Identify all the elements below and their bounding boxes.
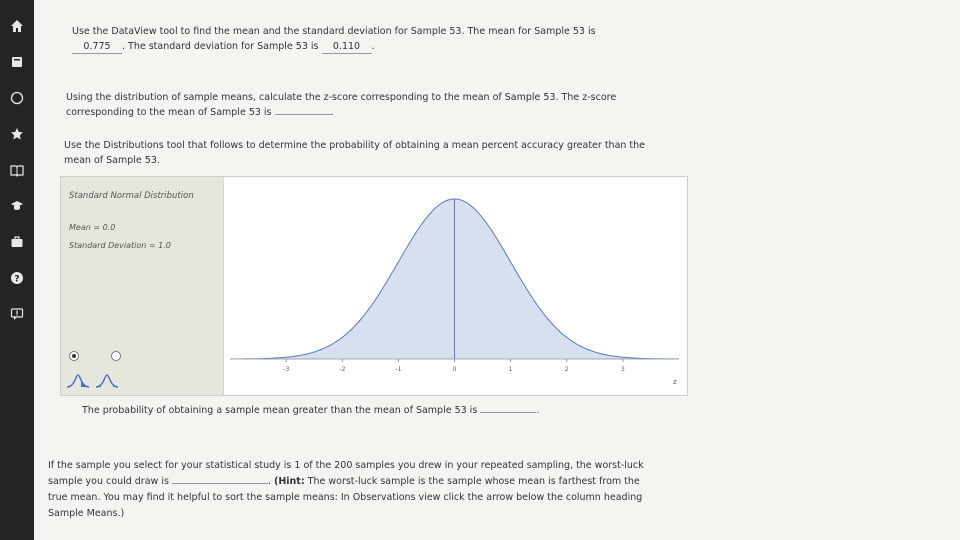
tail-radio-one[interactable] — [69, 351, 79, 361]
mean-label: Mean = 0.0 — [69, 223, 116, 232]
sidebar: ? — [0, 0, 34, 540]
q4-text-2: . — [536, 405, 540, 416]
q1-text-3: . — [371, 41, 375, 52]
x-tick-label: 2 — [565, 365, 569, 373]
briefcase-icon[interactable] — [8, 233, 26, 251]
sd-label: Standard Deviation = 1.0 — [69, 241, 171, 250]
q4-text-1: The probability of obtaining a sample me… — [82, 405, 478, 416]
two-tail-icon[interactable] — [95, 373, 119, 388]
graduation-cap-icon[interactable] — [8, 197, 26, 215]
x-tick-label: 0 — [452, 365, 456, 373]
distribution-title: Standard Normal Distribution — [69, 191, 194, 201]
tool-settings-panel: Standard Normal Distribution Mean = 0.0 … — [61, 177, 224, 395]
book-icon[interactable] — [8, 53, 26, 71]
question-1: Use the DataView tool to find the mean a… — [72, 24, 642, 54]
x-tick-label: -3 — [283, 365, 289, 373]
q1-text-2: . The standard deviation for Sample 53 i… — [122, 41, 319, 52]
question-4: The probability of obtaining a sample me… — [82, 405, 539, 416]
q2-text-1: Using the distribution of sample means, … — [66, 92, 617, 118]
mean-answer-field[interactable]: 0.775 — [72, 41, 122, 54]
tail-radio-two[interactable] — [111, 351, 121, 361]
z-score-answer-field[interactable] — [274, 114, 331, 115]
distributions-tool: Standard Normal Distribution Mean = 0.0 … — [60, 176, 688, 396]
x-tick-label: 1 — [509, 365, 513, 373]
question-5: If the sample you select for your statis… — [48, 458, 653, 522]
x-axis-label: z — [673, 378, 677, 386]
home-icon[interactable] — [8, 17, 26, 35]
open-book-icon[interactable] — [8, 161, 26, 179]
svg-text:?: ? — [14, 275, 19, 285]
question-2: Using the distribution of sample means, … — [66, 90, 651, 120]
question-3: Use the Distributions tool that follows … — [64, 138, 664, 168]
feedback-icon[interactable] — [8, 305, 26, 323]
x-tick-label: 3 — [621, 365, 625, 373]
sd-answer-field[interactable]: 0.110 — [321, 41, 372, 54]
q2-text-2: . — [330, 107, 334, 118]
x-tick-label: -1 — [395, 365, 401, 373]
probability-answer-field[interactable] — [480, 412, 537, 413]
normal-distribution-chart[interactable]: -3 -2 -1 0 1 2 3 z — [224, 177, 686, 395]
help-icon[interactable]: ? — [8, 269, 26, 287]
star-icon[interactable] — [8, 125, 26, 143]
x-tick-label: -2 — [339, 365, 345, 373]
q3-text: Use the Distributions tool that follows … — [64, 140, 646, 166]
main-content: Use the DataView tool to find the mean a… — [34, 0, 960, 540]
one-tail-icon[interactable] — [66, 373, 90, 388]
hint-label: (Hint: — [274, 476, 305, 487]
compass-icon[interactable] — [8, 89, 26, 107]
worst-luck-answer-field[interactable] — [171, 483, 268, 484]
q1-text-1: Use the DataView tool to find the mean a… — [72, 26, 596, 37]
